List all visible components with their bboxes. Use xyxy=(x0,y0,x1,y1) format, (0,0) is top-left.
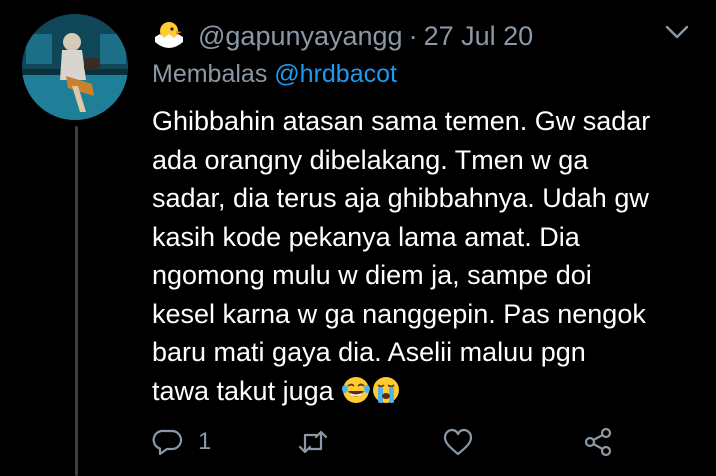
tweet-header: @gapunyayangg · 27 Jul 20 xyxy=(152,18,696,54)
user-handle[interactable]: @gapunyayangg xyxy=(198,21,403,52)
avatar[interactable] xyxy=(22,14,128,120)
retweet-button[interactable] xyxy=(297,426,329,458)
tweet-actions: 1 xyxy=(152,426,622,468)
separator-dot: · xyxy=(408,20,418,51)
heart-icon xyxy=(443,428,473,456)
replying-to: Membalas @hrdbacot xyxy=(152,60,397,89)
avatar-photo xyxy=(22,14,128,120)
share-icon xyxy=(584,427,612,457)
tweet-body: Ghibbahin atasan sama temen. Gw sadar ad… xyxy=(152,106,651,406)
chevron-down-icon[interactable] xyxy=(664,22,690,42)
like-button[interactable] xyxy=(442,426,474,458)
tweet-text: Ghibbahin atasan sama temen. Gw sadar ad… xyxy=(152,102,702,410)
crying-emoji xyxy=(373,376,400,403)
reply-button[interactable]: 1 xyxy=(152,426,211,458)
share-button[interactable] xyxy=(582,426,614,458)
tweet-date[interactable]: 27 Jul 20 xyxy=(424,21,534,52)
mention-link[interactable]: @hrdbacot xyxy=(274,60,397,88)
laughing-tears-emoji xyxy=(342,376,371,403)
reply-count: 1 xyxy=(198,428,212,455)
retweet-icon xyxy=(298,430,328,454)
replying-to-label: Membalas xyxy=(152,60,268,88)
hatching-chick-emoji xyxy=(155,22,183,48)
thread-line xyxy=(75,126,78,476)
reply-icon xyxy=(152,429,183,456)
